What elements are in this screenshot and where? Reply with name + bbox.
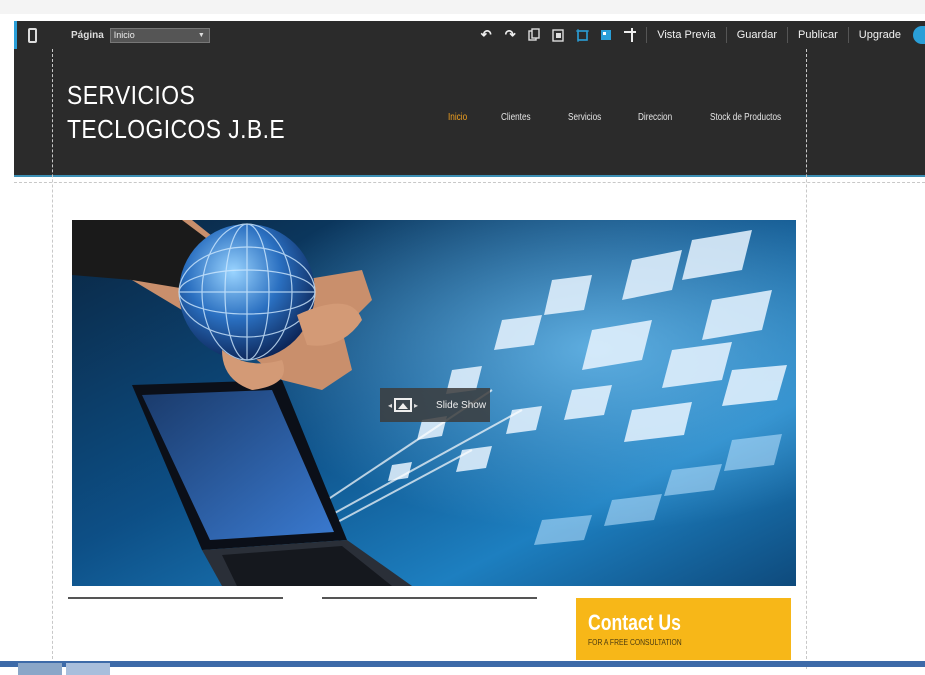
- slideshow-label: Slide Show: [436, 399, 487, 411]
- nav-item-servicios[interactable]: Servicios: [568, 112, 601, 123]
- toolbar-divider: [847, 27, 849, 43]
- site-title-line2: TECLOGICOS J.B.E: [67, 114, 286, 144]
- taskbar-item[interactable]: [66, 663, 110, 675]
- slideshow-badge[interactable]: ◂ ▸ Slide Show: [380, 388, 490, 422]
- taskbar-item[interactable]: [18, 663, 62, 675]
- contact-box[interactable]: Contact Us FOR A FREE CONSULTATION: [576, 598, 791, 660]
- chevron-down-icon: ▼: [197, 31, 205, 39]
- layout-guide-right: [806, 49, 807, 669]
- undo-icon[interactable]: ↶: [477, 26, 495, 44]
- nav-item-clientes[interactable]: Clientes: [501, 112, 531, 123]
- page-label: Página: [71, 29, 104, 41]
- section-divider-2: [322, 597, 537, 599]
- section-divider-1: [68, 597, 283, 599]
- publish-button[interactable]: Publicar: [792, 29, 844, 41]
- layout-guide-left: [52, 49, 53, 669]
- chevron-left-icon: ◂: [388, 400, 393, 410]
- page-select-value: Inicio: [113, 30, 135, 40]
- preview-button[interactable]: Vista Previa: [651, 29, 722, 41]
- nav-item-stock[interactable]: Stock de Productos: [710, 112, 781, 123]
- toolbar-divider: [787, 27, 789, 43]
- contact-subtitle: FOR A FREE CONSULTATION: [588, 638, 682, 647]
- header-accent-line: [14, 175, 925, 177]
- layout-icon[interactable]: [597, 26, 615, 44]
- toolbar-divider: [646, 27, 648, 43]
- nav-item-inicio[interactable]: Inicio: [448, 112, 467, 123]
- page-select[interactable]: Inicio ▼: [109, 27, 210, 43]
- paste-icon[interactable]: [549, 26, 567, 44]
- upgrade-button[interactable]: Upgrade: [853, 29, 907, 41]
- copy-icon[interactable]: [525, 26, 543, 44]
- help-icon[interactable]: [913, 26, 925, 44]
- layout-guide-header: [14, 182, 925, 183]
- grid-icon[interactable]: [573, 26, 591, 44]
- site-title-line1: SERVICIOS: [67, 80, 196, 110]
- pin-icon[interactable]: [621, 26, 639, 44]
- taskbar: [0, 661, 925, 667]
- phone-icon[interactable]: [17, 21, 47, 49]
- site-title[interactable]: SERVICIOS TECLOGICOS J.B.E: [67, 78, 285, 146]
- editor-toolbar: Página Inicio ▼ ↶ ↷ Vista Previa Guardar…: [14, 21, 925, 49]
- redo-icon[interactable]: ↷: [501, 26, 519, 44]
- site-nav: Inicio Clientes Servicios Direccion Stoc…: [448, 112, 826, 123]
- chevron-right-icon: ▸: [414, 400, 419, 410]
- image-icon: [394, 398, 413, 412]
- toolbar-divider: [725, 27, 727, 43]
- nav-item-direccion[interactable]: Direccion: [638, 112, 672, 123]
- browser-top-strip: [0, 0, 925, 14]
- save-button[interactable]: Guardar: [731, 29, 783, 41]
- contact-title: Contact Us: [588, 610, 681, 635]
